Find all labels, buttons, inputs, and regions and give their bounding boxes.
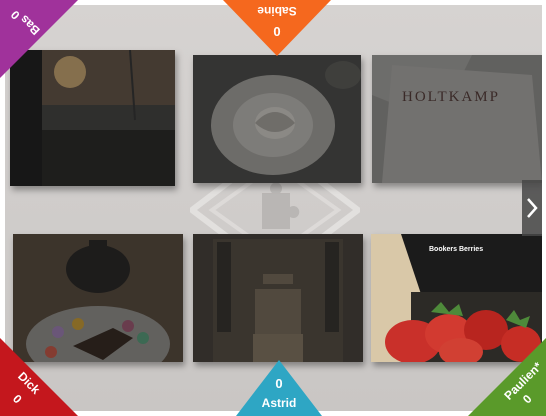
strawberry-caption: Bookers Berries: [429, 246, 484, 253]
player-flag-sabine: Sabine 0: [223, 0, 331, 56]
box-photo-icon: [372, 55, 542, 183]
next-page-button[interactable]: [522, 180, 542, 236]
player-corner-dick: Dick 0: [0, 334, 82, 416]
tile-holtkamp-box[interactable]: HOLTKAMP: [372, 55, 542, 183]
player-name-astrid: Astrid: [261, 396, 297, 410]
tile-white-rose[interactable]: [193, 55, 361, 183]
player-score-astrid: 0: [275, 376, 283, 391]
player-score-sabine: 0: [273, 24, 281, 39]
tile-mirror-reflection[interactable]: [193, 234, 363, 362]
holtkamp-caption: HOLTKAMP: [402, 89, 500, 105]
mirror-photo-icon: [193, 234, 363, 362]
player-name-sabine: Sabine: [257, 4, 297, 18]
player-flag-astrid: 0 Astrid: [236, 360, 322, 416]
chevron-right-icon: [527, 198, 538, 218]
player-corner-paulien: Paulien* 0: [464, 334, 546, 416]
player-corner-bas: Bas 0: [0, 0, 82, 82]
game-board: HOLTKAMP Bookers Berries: [5, 5, 542, 411]
rose-photo-icon: [193, 55, 361, 183]
